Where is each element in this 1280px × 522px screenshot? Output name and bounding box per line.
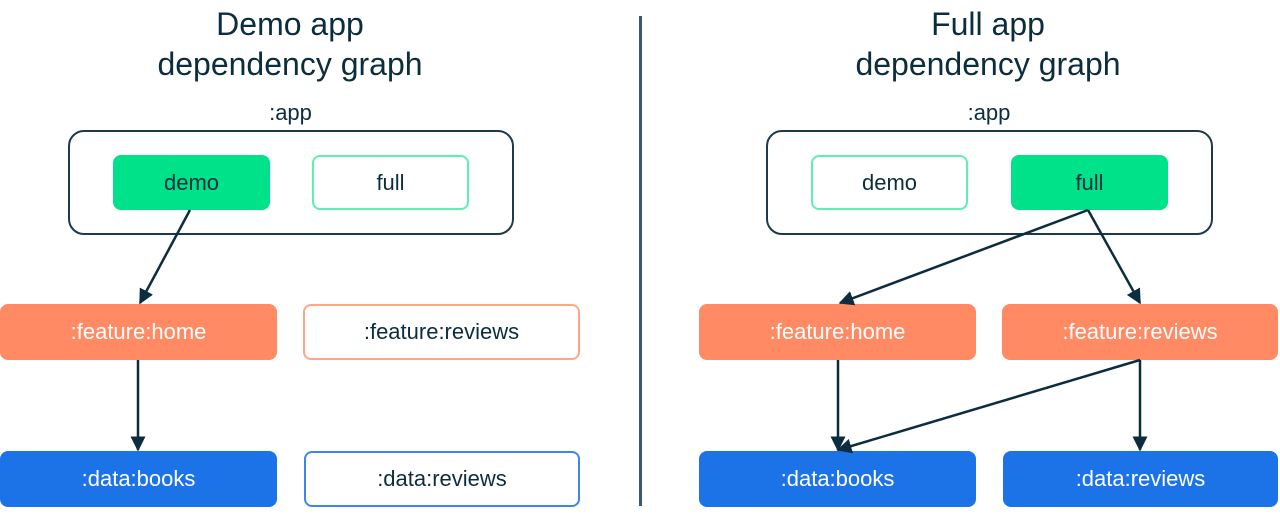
demo-panel-title: Demo app dependency graph — [0, 4, 580, 84]
panel-divider — [639, 16, 642, 506]
data-books-node[interactable]: :data:books — [699, 451, 976, 507]
flavor-demo-node[interactable]: demo — [113, 155, 270, 210]
feature-home-node[interactable]: :feature:home — [0, 304, 277, 360]
app-module-label: :app — [269, 100, 312, 125]
flavor-full-node[interactable]: full — [312, 155, 469, 210]
flavor-full-node[interactable]: full — [1011, 155, 1168, 210]
feature-reviews-node[interactable]: :feature:reviews — [1002, 304, 1278, 360]
data-reviews-node[interactable]: :data:reviews — [304, 451, 580, 507]
full-panel-title: Full app dependency graph — [698, 4, 1278, 84]
edge-feature-reviews-to-data-books — [836, 358, 1141, 454]
feature-reviews-node[interactable]: :feature:reviews — [303, 304, 580, 360]
title-line-1: Full app — [931, 6, 1045, 42]
title-line-2: dependency graph — [855, 46, 1121, 82]
app-module-label: :app — [967, 100, 1011, 125]
title-line-1: Demo app — [216, 6, 364, 42]
flavor-demo-node[interactable]: demo — [811, 155, 968, 210]
title-line-2: dependency graph — [157, 46, 423, 82]
feature-home-node[interactable]: :feature:home — [699, 304, 976, 360]
data-books-node[interactable]: :data:books — [0, 451, 277, 507]
data-reviews-node[interactable]: :data:reviews — [1003, 451, 1278, 507]
